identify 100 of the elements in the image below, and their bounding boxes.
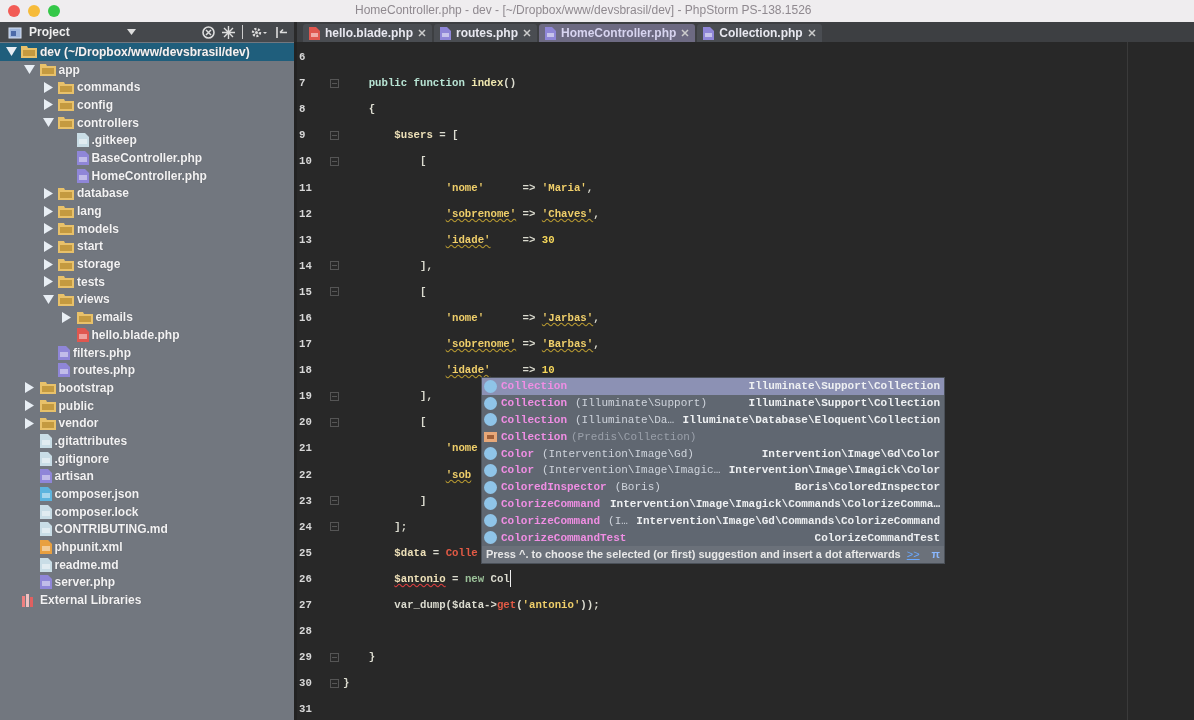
close-icon[interactable]	[681, 29, 690, 37]
tree-item[interactable]: database	[0, 184, 294, 203]
line-number: 26	[298, 572, 313, 585]
suggestion-item[interactable]: ColorizeCommand (I… Intervention\Image\Gd\Commands\ColorizeCommand	[482, 512, 944, 530]
tree-item[interactable]: .gitattributes	[0, 432, 294, 450]
scroll-from-source-icon[interactable]	[202, 25, 215, 39]
tree-item[interactable]: .gitkeep	[0, 131, 294, 150]
tree-item[interactable]: HomeController.php	[0, 166, 294, 185]
expand-arrow-icon[interactable]	[24, 417, 35, 429]
tree-item[interactable]: bootstrap	[0, 379, 294, 397]
tree-item[interactable]: storage	[0, 255, 294, 273]
file-icon	[39, 504, 52, 519]
file-icon	[76, 150, 89, 165]
expand-arrow-icon[interactable]	[24, 382, 35, 394]
suggestion-item[interactable]: ColorizeCommand Intervention\Image\Imagick\Commands\ColorizeComma…	[482, 495, 944, 513]
suggestion-item[interactable]: Collection Illuminate\Support\Collection	[482, 378, 944, 395]
expand-arrow-icon[interactable]	[24, 400, 35, 412]
tree-item[interactable]: public	[0, 396, 294, 415]
collapse-all-icon[interactable]	[222, 25, 235, 39]
close-icon[interactable]	[807, 29, 816, 37]
project-view-selector[interactable]: Project	[29, 25, 70, 39]
editor-tab[interactable]: HomeController.php	[539, 24, 696, 42]
tree-item[interactable]: emails	[0, 308, 294, 326]
expand-arrow-icon[interactable]	[42, 81, 54, 93]
tree-item[interactable]: artisan	[0, 467, 294, 486]
tree-item[interactable]: models	[0, 219, 294, 238]
fold-icon[interactable]	[329, 156, 339, 166]
expand-arrow-icon[interactable]	[61, 311, 72, 323]
expand-arrow-icon[interactable]	[42, 205, 54, 217]
pin-mark[interactable]: π	[931, 548, 941, 561]
tree-item[interactable]: .gitignore	[0, 449, 294, 468]
class-icon	[484, 447, 497, 461]
tree-item[interactable]: start	[0, 237, 294, 256]
suggestion-item[interactable]: Collection (Illuminate\Support) Illuminate\Support\Collection	[482, 394, 944, 412]
suggestion-item[interactable]: Color (Intervention\Image\Imagic… Intervention\Image\Imagick\Color	[482, 462, 944, 479]
tree-item[interactable]: filters.php	[0, 343, 294, 362]
file-icon	[39, 451, 52, 466]
suggestion-item[interactable]: Color (Intervention\Image\Gd) Intervention\Image\Gd\Color	[482, 445, 944, 462]
fold-icon[interactable]	[329, 287, 339, 297]
tree-item[interactable]: tests	[0, 272, 294, 291]
tree-item[interactable]: vendor	[0, 414, 294, 433]
code-line: [	[418, 155, 427, 168]
expand-arrow-icon[interactable]	[42, 276, 54, 288]
expand-arrow-icon[interactable]	[5, 46, 17, 58]
suggestion-item[interactable]: Collection (Predis\Collection)	[482, 428, 944, 446]
file-icon	[58, 363, 70, 378]
fold-icon[interactable]	[329, 522, 339, 532]
code-line: 'idade' => 30	[444, 233, 555, 246]
tree-item[interactable]: phpunit.xml	[0, 538, 294, 556]
tree-item[interactable]: server.php	[0, 573, 294, 592]
expand-arrow-icon[interactable]	[42, 258, 54, 270]
editor-tab[interactable]: Collection.php	[697, 24, 822, 42]
line-number: 27	[298, 599, 313, 611]
tree-item[interactable]: hello.blade.php	[0, 326, 294, 344]
tree-item[interactable]: app	[0, 60, 294, 79]
tree-item[interactable]: BaseController.php	[0, 149, 294, 167]
tree-item[interactable]: External Libraries	[0, 591, 294, 609]
tree-item[interactable]: CONTRIBUTING.md	[0, 520, 294, 539]
tree-item[interactable]: config	[0, 96, 294, 114]
caret-icon[interactable]	[126, 29, 136, 35]
editor-tab[interactable]: hello.blade.php	[303, 24, 432, 42]
hint-link[interactable]: >>	[906, 548, 920, 561]
settings-icon[interactable]	[250, 25, 268, 39]
expand-arrow-icon[interactable]	[24, 64, 35, 76]
expand-arrow-icon[interactable]	[42, 117, 54, 129]
expand-arrow-icon[interactable]	[42, 99, 54, 111]
fold-icon[interactable]	[329, 261, 339, 271]
fold-icon[interactable]	[329, 652, 339, 662]
tree-item[interactable]: dev (~/Dropbox/www/devsbrasil/dev)	[0, 43, 294, 61]
fold-icon[interactable]	[329, 496, 339, 506]
close-icon[interactable]	[418, 29, 426, 37]
suggestion-item[interactable]: ColoredInspector (Boris) Boris\ColoredInspector	[482, 478, 944, 496]
tree-item[interactable]: commands	[0, 78, 294, 97]
file-icon	[39, 557, 52, 572]
tree-item[interactable]: lang	[0, 202, 294, 220]
class-icon	[484, 480, 497, 494]
tree-item[interactable]: routes.php	[0, 361, 294, 380]
tree-item[interactable]: views	[0, 290, 294, 309]
project-icon	[8, 25, 22, 39]
suggestion-item[interactable]: Collection (Illuminate\Da… Illuminate\Database\Eloquent\Collection	[482, 411, 944, 429]
tree-item[interactable]: composer.json	[0, 485, 294, 503]
fold-icon[interactable]	[329, 417, 339, 427]
expand-arrow-icon[interactable]	[42, 187, 54, 199]
file-icon	[309, 26, 320, 40]
hide-panel-icon[interactable]	[275, 25, 288, 39]
tree-item[interactable]: composer.lock	[0, 502, 294, 521]
expand-arrow-icon[interactable]	[42, 293, 54, 305]
folder-icon	[58, 186, 74, 200]
expand-arrow-icon[interactable]	[42, 223, 54, 235]
fold-icon[interactable]	[329, 678, 339, 688]
expand-arrow-icon[interactable]	[42, 240, 54, 252]
fold-icon[interactable]	[329, 130, 339, 140]
editor-tab[interactable]: routes.php	[434, 24, 537, 42]
tree-item[interactable]: readme.md	[0, 555, 294, 574]
close-icon[interactable]	[523, 29, 531, 37]
tree-item[interactable]: controllers	[0, 113, 294, 132]
fold-icon[interactable]	[329, 78, 339, 88]
fold-icon[interactable]	[329, 391, 339, 401]
close-window-button[interactable]	[8, 5, 20, 17]
suggestion-item[interactable]: ColorizeCommandTest ColorizeCommandTest	[482, 529, 944, 546]
